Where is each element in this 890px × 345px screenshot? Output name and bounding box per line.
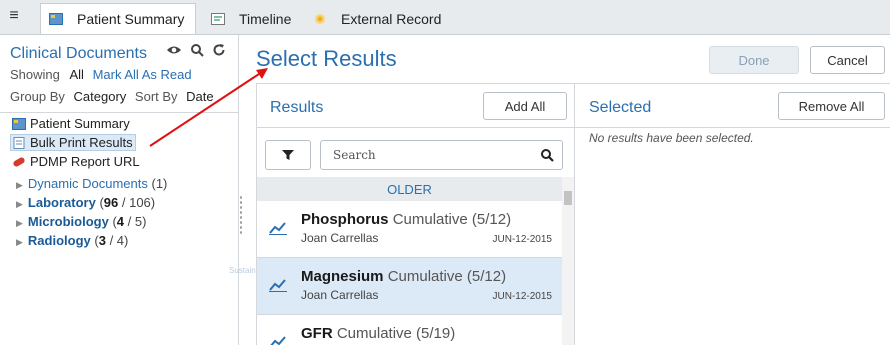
expand-triangle-icon[interactable]: ▶ <box>16 199 23 209</box>
refresh-icon[interactable] <box>212 43 226 57</box>
top-tab-bar: ≡ Patient Summary Timeline External Reco… <box>0 0 890 35</box>
expand-triangle-icon[interactable]: ▶ <box>16 218 23 228</box>
search-icon <box>541 149 554 162</box>
mark-all-as-read-link[interactable]: Mark All As Read <box>93 67 192 82</box>
document-icon <box>13 136 25 149</box>
timeline-icon <box>211 12 225 25</box>
clinical-documents-title: Clinical Documents <box>10 45 147 62</box>
folder-dynamic-documents[interactable]: ▶ Dynamic Documents (1) <box>16 176 167 191</box>
tab-external-record[interactable]: External Record <box>305 3 445 34</box>
trend-chart-icon <box>269 279 287 292</box>
patient-summary-icon <box>12 117 26 130</box>
expand-triangle-icon[interactable]: ▶ <box>16 237 23 247</box>
sort-by-select[interactable]: Date <box>186 89 213 104</box>
external-record-icon <box>315 13 325 24</box>
folder-microbiology[interactable]: ▶ Microbiology (4 / 5) <box>16 214 146 229</box>
section-divider <box>256 127 890 128</box>
results-title: Results <box>270 99 324 116</box>
tab-patient-summary[interactable]: Patient Summary <box>40 3 196 34</box>
eye-icon[interactable] <box>166 43 182 57</box>
tab-timeline[interactable]: Timeline <box>203 3 298 34</box>
result-item[interactable]: Magnesium Cumulative (5/12) Joan Carrell… <box>257 258 562 315</box>
result-item[interactable]: GFR Cumulative (5/19) <box>257 315 562 345</box>
tree-item-bulk-print-results[interactable]: Bulk Print Results <box>10 134 136 151</box>
folder-radiology[interactable]: ▶ Radiology (3 / 4) <box>16 233 128 248</box>
result-item[interactable]: Phosphorus Cumulative (5/12) Joan Carrel… <box>257 201 562 258</box>
results-scrollbar[interactable] <box>562 177 574 345</box>
pill-icon <box>13 157 25 166</box>
search-icon[interactable] <box>190 43 204 57</box>
page-title: Select Results <box>256 46 397 71</box>
remove-all-button[interactable]: Remove All <box>778 92 885 120</box>
showing-row: Showing All Mark All As Read <box>10 67 192 82</box>
selected-title: Selected <box>589 99 652 116</box>
add-all-button[interactable]: Add All <box>483 92 567 120</box>
filter-icon <box>282 150 294 160</box>
group-by-select[interactable]: Category <box>74 89 127 104</box>
expand-triangle-icon[interactable]: ▶ <box>16 180 23 190</box>
header-divider <box>256 83 890 84</box>
filter-button[interactable] <box>265 140 311 170</box>
trend-chart-icon <box>269 222 287 235</box>
panel-divider <box>0 112 238 113</box>
cancel-button[interactable]: Cancel <box>810 46 885 74</box>
scrollbar-thumb[interactable] <box>564 191 572 205</box>
no-selection-message: No results have been selected. <box>589 131 754 145</box>
tree-item-patient-summary[interactable]: Patient Summary <box>12 116 130 131</box>
patient-summary-icon <box>49 13 63 25</box>
column-divider <box>574 83 575 345</box>
search-input[interactable]: Search <box>320 140 563 170</box>
tree-item-pdmp-report-url[interactable]: PDMP Report URL <box>12 154 140 169</box>
hamburger-menu-icon[interactable]: ≡ <box>6 8 22 24</box>
trend-chart-icon <box>270 336 286 345</box>
folder-laboratory[interactable]: ▶ Laboratory (96 / 106) <box>16 195 155 210</box>
clinical-documents-panel: Clinical Documents Showing All Mark All … <box>0 35 239 345</box>
panel-resize-handle[interactable] <box>239 195 243 235</box>
older-header: OLDER <box>257 177 562 201</box>
done-button[interactable]: Done <box>709 46 799 74</box>
group-sort-row: Group By Category Sort By Date <box>10 89 214 104</box>
showing-filter[interactable]: All <box>70 67 84 82</box>
